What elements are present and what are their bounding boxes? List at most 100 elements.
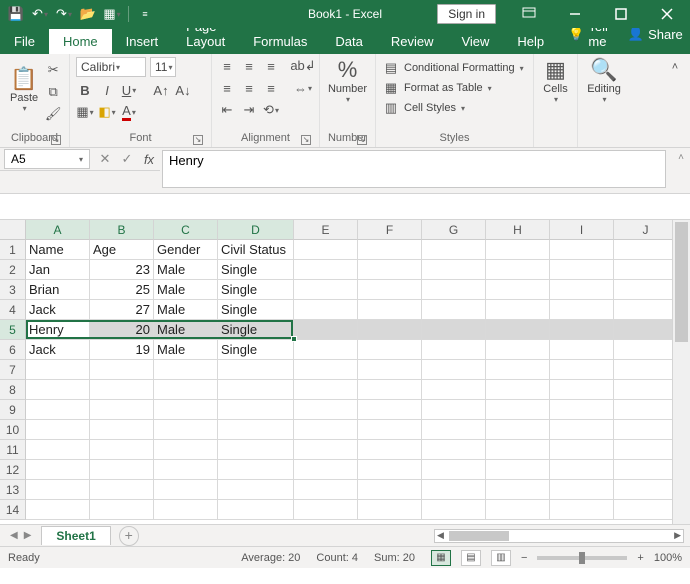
cell[interactable] xyxy=(486,420,550,440)
cell[interactable] xyxy=(614,420,678,440)
cell[interactable] xyxy=(26,360,90,380)
minimize-button[interactable] xyxy=(552,0,598,28)
tab-view[interactable]: View xyxy=(447,29,503,54)
cell[interactable] xyxy=(422,400,486,420)
cell[interactable] xyxy=(294,240,358,260)
wrap-text-icon[interactable]: ab↲ xyxy=(294,57,312,75)
cell[interactable] xyxy=(358,460,422,480)
cell[interactable] xyxy=(614,440,678,460)
cell[interactable]: Gender xyxy=(154,240,218,260)
cell[interactable] xyxy=(358,360,422,380)
row-header[interactable]: 1 xyxy=(0,240,26,260)
cell[interactable] xyxy=(422,340,486,360)
cell[interactable] xyxy=(486,440,550,460)
close-button[interactable] xyxy=(644,0,690,28)
font-name-select[interactable]: Calibri▾ xyxy=(76,57,146,77)
row-header[interactable]: 4 xyxy=(0,300,26,320)
row-header[interactable]: 9 xyxy=(0,400,26,420)
cell[interactable] xyxy=(614,320,678,340)
cell[interactable] xyxy=(550,420,614,440)
increase-font-icon[interactable]: A↑ xyxy=(152,81,170,99)
vertical-scrollbar[interactable] xyxy=(672,220,690,524)
cut-icon[interactable]: ✂ xyxy=(44,61,62,79)
align-top-icon[interactable]: ≡ xyxy=(218,57,236,75)
maximize-button[interactable] xyxy=(598,0,644,28)
cell[interactable] xyxy=(550,460,614,480)
font-color-button[interactable]: A▾ xyxy=(120,103,138,121)
fill-color-button[interactable]: ◧▾ xyxy=(98,103,116,121)
dialog-launcher-icon[interactable]: ↘ xyxy=(51,135,61,145)
tab-help[interactable]: Help xyxy=(503,29,558,54)
cell[interactable]: Male xyxy=(154,300,218,320)
cell[interactable] xyxy=(294,280,358,300)
underline-button[interactable]: U▾ xyxy=(120,81,138,99)
cell[interactable] xyxy=(614,460,678,480)
page-layout-view-button[interactable]: ▤ xyxy=(461,550,481,566)
new-icon[interactable]: ▦▾ xyxy=(104,6,120,22)
tab-home[interactable]: Home xyxy=(49,29,112,54)
row-header[interactable]: 2 xyxy=(0,260,26,280)
zoom-in-button[interactable]: + xyxy=(637,552,643,564)
cell[interactable] xyxy=(294,260,358,280)
cell[interactable] xyxy=(614,380,678,400)
qat-customize-icon[interactable]: ≡ xyxy=(137,6,153,22)
select-all-corner[interactable] xyxy=(0,220,26,240)
row-header[interactable]: 10 xyxy=(0,420,26,440)
cell[interactable]: Jack xyxy=(26,340,90,360)
paste-button[interactable]: 📋 Paste ▾ xyxy=(6,57,42,123)
cell[interactable] xyxy=(550,480,614,500)
redo-icon[interactable]: ↷▾ xyxy=(56,6,72,22)
row-header[interactable]: 6 xyxy=(0,340,26,360)
cell[interactable] xyxy=(486,380,550,400)
orientation-icon[interactable]: ⟲▾ xyxy=(262,101,280,119)
cell[interactable] xyxy=(614,280,678,300)
cell[interactable] xyxy=(90,440,154,460)
cell[interactable] xyxy=(294,420,358,440)
cell[interactable] xyxy=(154,500,218,520)
cell[interactable] xyxy=(422,260,486,280)
align-center-icon[interactable]: ≡ xyxy=(240,79,258,97)
cell[interactable] xyxy=(358,300,422,320)
ribbon-options-icon[interactable] xyxy=(506,0,552,28)
cell[interactable] xyxy=(614,480,678,500)
cell[interactable] xyxy=(486,280,550,300)
cell[interactable]: Jan xyxy=(26,260,90,280)
cell[interactable]: Single xyxy=(218,300,294,320)
cell[interactable] xyxy=(294,440,358,460)
cell[interactable] xyxy=(90,480,154,500)
name-box[interactable]: A5▾ xyxy=(4,149,90,169)
cell[interactable] xyxy=(358,260,422,280)
cell[interactable] xyxy=(422,500,486,520)
cell[interactable] xyxy=(422,280,486,300)
col-header[interactable]: I xyxy=(550,220,614,240)
save-icon[interactable]: 💾 xyxy=(8,6,24,22)
cell[interactable] xyxy=(550,240,614,260)
cell[interactable] xyxy=(358,480,422,500)
cell[interactable] xyxy=(550,400,614,420)
cell[interactable] xyxy=(486,240,550,260)
cell[interactable] xyxy=(550,260,614,280)
cell[interactable] xyxy=(218,360,294,380)
cell[interactable] xyxy=(294,380,358,400)
cell[interactable] xyxy=(422,420,486,440)
cell[interactable] xyxy=(486,360,550,380)
page-break-view-button[interactable]: ▥ xyxy=(491,550,511,566)
cell[interactable] xyxy=(294,360,358,380)
col-header[interactable]: H xyxy=(486,220,550,240)
cell[interactable] xyxy=(294,340,358,360)
cell[interactable]: 27 xyxy=(90,300,154,320)
cell[interactable] xyxy=(218,480,294,500)
col-header[interactable]: F xyxy=(358,220,422,240)
formula-input[interactable]: Henry xyxy=(162,150,666,188)
cell[interactable] xyxy=(358,400,422,420)
tab-review[interactable]: Review xyxy=(377,29,448,54)
decrease-font-icon[interactable]: A↓ xyxy=(174,81,192,99)
number-format-button[interactable]: % Number ▾ xyxy=(326,57,369,106)
cell[interactable] xyxy=(358,440,422,460)
cell[interactable] xyxy=(294,460,358,480)
row-header[interactable]: 7 xyxy=(0,360,26,380)
cell[interactable] xyxy=(218,420,294,440)
zoom-slider[interactable] xyxy=(537,556,627,560)
cell[interactable] xyxy=(486,320,550,340)
row-header[interactable]: 5 xyxy=(0,320,26,340)
